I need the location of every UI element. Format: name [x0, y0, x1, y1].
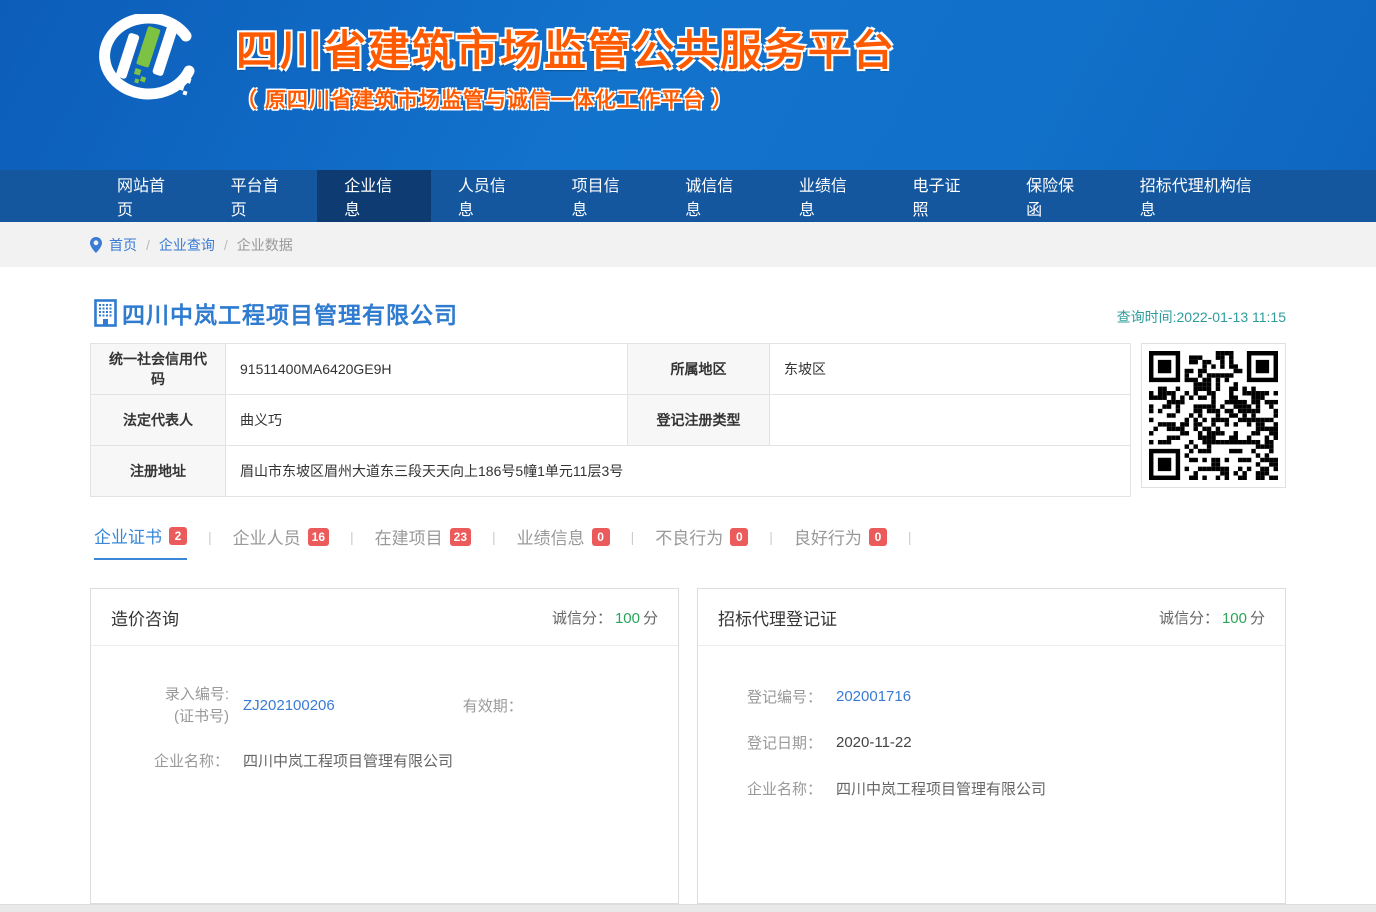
- content-area: 四川中岚工程项目管理有限公司 查询时间:2022-01-13 11:15 统一社…: [90, 296, 1286, 904]
- count-badge: 0: [730, 528, 748, 546]
- breadcrumb-current: 企业数据: [237, 235, 293, 255]
- breadcrumb-separator: /: [224, 237, 228, 253]
- tab-enterprise-certificates[interactable]: 企业证书 2: [94, 523, 187, 560]
- score-value: 100: [615, 610, 640, 627]
- tab-performance-info[interactable]: 业绩信息 0: [517, 524, 610, 559]
- nav-item-credit-info[interactable]: 诚信信息: [658, 170, 772, 222]
- card-title: 招标代理登记证: [718, 605, 837, 630]
- site-header: 四川省建筑市场监管公共服务平台 （ 原四川省建筑市场监管与诚信一体化工作平台 ）: [0, 0, 1376, 170]
- field-value: [770, 395, 1131, 446]
- cost-consulting-card: 造价咨询 诚信分：100分 录入编号: (证书号) ZJ202100206 有效…: [90, 588, 679, 904]
- tab-enterprise-personnel[interactable]: 企业人员 16: [233, 524, 329, 559]
- qr-code: [1141, 343, 1286, 488]
- page-footer: [0, 904, 1376, 912]
- breadcrumb-bar: 首页 / 企业查询 / 企业数据: [0, 222, 1376, 267]
- tab-projects-under-construction[interactable]: 在建项目 23: [375, 524, 471, 559]
- breadcrumb-home[interactable]: 首页: [109, 235, 137, 255]
- registration-date-label: 登记日期：: [736, 732, 822, 753]
- company-name-label: 企业名称：: [736, 778, 822, 799]
- certificate-number-link[interactable]: ZJ202100206: [243, 697, 335, 714]
- company-title: 四川中岚工程项目管理有限公司: [94, 296, 458, 330]
- platform-logo-icon: [90, 14, 208, 118]
- count-badge: 2: [169, 527, 187, 545]
- table-row: 注册地址 眉山市东坡区眉州大道东三段天天向上186号5幢1单元11层3号: [91, 446, 1131, 497]
- field-label: 注册地址: [91, 446, 226, 497]
- tab-bad-behavior[interactable]: 不良行为 0: [655, 524, 748, 559]
- nav-item-platform-home[interactable]: 平台首页: [204, 170, 318, 222]
- card-title: 造价咨询: [111, 605, 179, 630]
- registration-number-label: 登记编号：: [736, 686, 822, 707]
- nav-item-site-home[interactable]: 网站首页: [90, 170, 204, 222]
- field-value: 91511400MA6420GE9H: [226, 344, 628, 395]
- count-badge: 0: [869, 528, 887, 546]
- location-pin-icon: [90, 237, 102, 253]
- tab-label: 不良行为: [655, 524, 723, 549]
- nav-item-personnel-info[interactable]: 人员信息: [431, 170, 545, 222]
- breadcrumb-separator: /: [146, 237, 150, 253]
- entry-number-label: 录入编号: (证书号): [129, 684, 229, 728]
- credit-score: 诚信分：100分: [552, 607, 658, 628]
- nav-item-insurance[interactable]: 保险保函: [999, 170, 1113, 222]
- field-value: 曲义巧: [226, 395, 628, 446]
- registration-date-value: 2020-11-22: [836, 734, 912, 751]
- count-badge: 0: [592, 528, 610, 546]
- breadcrumb-enterprise-search[interactable]: 企业查询: [159, 235, 215, 255]
- tab-label: 良好行为: [794, 524, 862, 549]
- field-label: 所属地区: [628, 344, 770, 395]
- tab-label: 企业人员: [233, 524, 301, 549]
- credit-score: 诚信分：100分: [1159, 607, 1265, 628]
- field-label: 统一社会信用代码: [91, 344, 226, 395]
- site-title: 四川省建筑市场监管公共服务平台: [236, 28, 896, 74]
- tab-separator: |: [631, 529, 635, 555]
- company-name-value: 四川中岚工程项目管理有限公司: [836, 778, 1046, 799]
- score-unit: 分: [643, 610, 658, 627]
- field-value: 眉山市东坡区眉州大道东三段天天向上186号5幢1单元11层3号: [226, 446, 1131, 497]
- company-name-label: 企业名称：: [129, 750, 229, 771]
- nav-item-project-info[interactable]: 项目信息: [545, 170, 659, 222]
- company-name: 四川中岚工程项目管理有限公司: [122, 296, 458, 330]
- bidding-agency-registration-card: 招标代理登记证 诚信分：100分 登记编号： 202001716 登记日期： 2…: [697, 588, 1286, 904]
- tab-separator: |: [492, 529, 496, 555]
- detail-tabs: 企业证书 2 | 企业人员 16 | 在建项目 23 | 业绩信息 0 | 不良…: [94, 523, 1286, 560]
- company-name-value: 四川中岚工程项目管理有限公司: [243, 750, 453, 771]
- field-value: 东坡区: [770, 344, 1131, 395]
- nav-item-performance-info[interactable]: 业绩信息: [772, 170, 886, 222]
- breadcrumb: 首页 / 企业查询 / 企业数据: [90, 222, 1286, 267]
- validity-label: 有效期：: [423, 695, 523, 716]
- site-subtitle: （ 原四川省建筑市场监管与诚信一体化工作平台 ）: [236, 84, 896, 114]
- tab-label: 企业证书: [94, 523, 162, 548]
- score-label: 诚信分：: [552, 610, 612, 627]
- building-icon: [94, 299, 119, 327]
- score-unit: 分: [1250, 610, 1265, 627]
- score-label: 诚信分：: [1159, 610, 1219, 627]
- score-value: 100: [1222, 610, 1247, 627]
- query-time: 查询时间:2022-01-13 11:15: [1117, 307, 1286, 330]
- nav-item-bidding-agency[interactable]: 招标代理机构信息: [1113, 170, 1286, 222]
- count-badge: 23: [450, 528, 471, 546]
- tab-separator: |: [350, 529, 354, 555]
- field-label: 登记注册类型: [628, 395, 770, 446]
- nav-item-enterprise-info[interactable]: 企业信息: [317, 170, 431, 222]
- tab-label: 业绩信息: [517, 524, 585, 549]
- tab-separator: |: [908, 529, 912, 555]
- table-row: 法定代表人 曲义巧 登记注册类型: [91, 395, 1131, 446]
- main-nav: 网站首页 平台首页 企业信息 人员信息 项目信息 诚信信息 业绩信息 电子证照 …: [0, 170, 1376, 222]
- tab-separator: |: [769, 529, 773, 555]
- nav-item-e-license[interactable]: 电子证照: [885, 170, 999, 222]
- tab-separator: |: [208, 529, 212, 555]
- count-badge: 16: [308, 528, 329, 546]
- field-label: 法定代表人: [91, 395, 226, 446]
- registration-number-link[interactable]: 202001716: [836, 688, 911, 705]
- company-info-table: 统一社会信用代码 91511400MA6420GE9H 所属地区 东坡区 法定代…: [90, 343, 1131, 497]
- tab-good-behavior[interactable]: 良好行为 0: [794, 524, 887, 559]
- tab-label: 在建项目: [375, 524, 443, 549]
- table-row: 统一社会信用代码 91511400MA6420GE9H 所属地区 东坡区: [91, 344, 1131, 395]
